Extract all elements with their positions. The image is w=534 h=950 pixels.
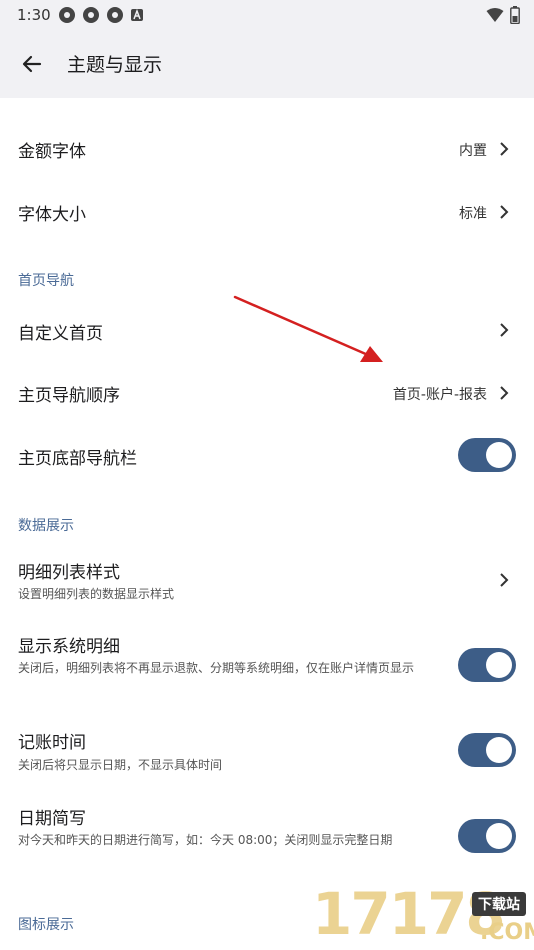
setting-value: 首页-账户-报表 (392, 387, 487, 403)
setting-value: 标准 (459, 206, 487, 222)
status-system-icons (486, 6, 520, 24)
a-badge-icon (131, 8, 143, 21)
setting-title: 记账时间 (18, 733, 86, 753)
setting-subtitle: 设置明细列表的数据显示样式 (18, 587, 175, 601)
setting-title: 主页底部导航栏 (18, 449, 137, 469)
watermark-logo: 17178 下载站 .COM (312, 880, 534, 950)
gear-icon (59, 7, 75, 23)
setting-bottom-nav: 主页底部导航栏 (0, 424, 534, 486)
setting-font-size[interactable]: 字体大小 标准 (0, 180, 534, 242)
setting-value: 内置 (459, 143, 487, 159)
date-short-toggle[interactable] (458, 819, 516, 853)
toggle-knob (486, 442, 512, 468)
setting-subtitle: 对今天和昨天的日期进行简写，如：今天 08:00；关闭则显示完整日期 (18, 833, 393, 847)
annotation-arrow-icon (233, 295, 383, 362)
setting-date-short: 日期简写 对今天和昨天的日期进行简写，如：今天 08:00；关闭则显示完整日期 (0, 794, 534, 880)
chevron-right-icon (500, 386, 509, 400)
setting-title: 日期简写 (18, 809, 86, 829)
setting-title: 主页导航顺序 (18, 386, 120, 406)
record-time-toggle[interactable] (458, 733, 516, 767)
setting-nav-order[interactable]: 主页导航顺序 首页-账户-报表 (0, 362, 534, 424)
section-label-icon-display: 图标展示 (18, 917, 74, 933)
gear-icon (83, 7, 99, 23)
setting-subtitle: 关闭后，明细列表将不再显示退款、分期等系统明细，仅在账户详情页显示 (18, 661, 415, 675)
toggle-knob (486, 823, 512, 849)
battery-icon (510, 6, 520, 24)
setting-record-time: 记账时间 关闭后将只显示日期，不显示具体时间 (0, 718, 534, 782)
status-notification-icons (58, 6, 144, 24)
chevron-right-icon (500, 205, 509, 219)
toggle-knob (486, 737, 512, 763)
chevron-right-icon (500, 142, 509, 156)
app-bar: 主题与显示 (0, 30, 534, 98)
chevron-right-icon (500, 573, 509, 587)
arrow-left-icon (22, 55, 42, 73)
setting-title: 显示系统明细 (18, 637, 120, 657)
setting-system-detail: 显示系统明细 关闭后，明细列表将不再显示退款、分期等系统明细，仅在账户详情页显示 (0, 622, 534, 708)
section-label-data-display: 数据展示 (18, 518, 74, 534)
watermark-domain: .COM (480, 920, 534, 945)
setting-title: 明细列表样式 (18, 563, 120, 583)
page-title: 主题与显示 (67, 54, 163, 76)
section-label-home-nav: 首页导航 (18, 273, 74, 289)
setting-subtitle: 关闭后将只显示日期，不显示具体时间 (18, 758, 223, 772)
setting-title: 字体大小 (18, 205, 86, 225)
system-detail-toggle[interactable] (458, 648, 516, 682)
watermark-tag: 下载站 (472, 892, 526, 916)
toggle-knob (486, 652, 512, 678)
bottom-nav-toggle[interactable] (458, 438, 516, 472)
setting-amount-font[interactable]: 金额字体 内置 (0, 118, 534, 180)
setting-title: 自定义首页 (18, 324, 103, 344)
gear-icon (107, 7, 123, 23)
setting-detail-style[interactable]: 明细列表样式 设置明细列表的数据显示样式 (0, 548, 534, 612)
setting-title: 金额字体 (18, 142, 86, 162)
status-time: 1:30 (17, 6, 51, 24)
back-button[interactable] (14, 46, 50, 82)
wifi-icon (486, 8, 504, 22)
status-bar: 1:30 (0, 0, 534, 30)
chevron-right-icon (500, 323, 509, 337)
